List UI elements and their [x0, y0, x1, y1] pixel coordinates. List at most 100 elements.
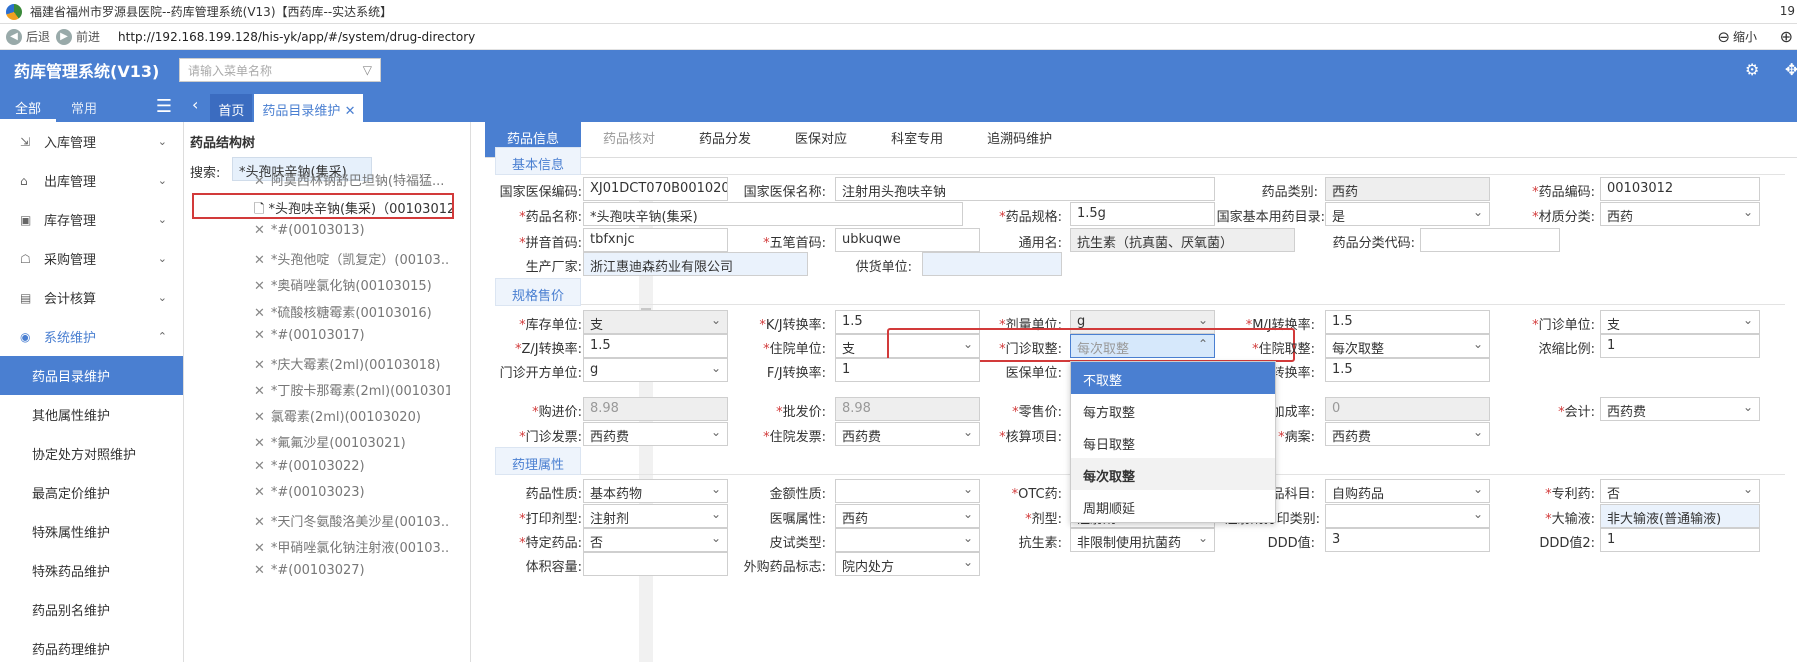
skin-test-select[interactable]: ⌄	[835, 528, 980, 552]
external-flag-select[interactable]: 院内处方 ⌄	[835, 552, 980, 576]
menu-search-input[interactable]: 请输入菜单名称 ▽	[179, 58, 381, 82]
fj-rate-field[interactable]: 1	[835, 358, 980, 382]
buy-price-field[interactable]: 8.98	[583, 397, 728, 421]
submenu-agreement[interactable]: 协定处方对照维护	[0, 434, 183, 473]
ip-invoice-select[interactable]: 西药费 ⌄	[835, 422, 980, 446]
amount-nature-select[interactable]: ⌄	[835, 479, 980, 503]
drug-spec-field[interactable]: 1.5g	[1070, 202, 1215, 226]
wholesale-price-field[interactable]: 8.98	[835, 397, 980, 421]
op-invoice-select[interactable]: 西药费 ⌄	[583, 422, 728, 446]
volume-field[interactable]	[583, 552, 728, 576]
menu-item-stock[interactable]: ▣ 库存管理 ⌄	[0, 200, 183, 239]
submenu-other-attr[interactable]: 其他属性维护	[0, 395, 183, 434]
url-field[interactable]: http://192.168.199.128/his-yk/app/#/syst…	[118, 30, 475, 44]
mj-rate-field[interactable]: 1.5	[1325, 310, 1490, 334]
op-rx-unit-select[interactable]: g ⌄	[583, 358, 728, 382]
accounting-select[interactable]: 西药费 ⌄	[1600, 397, 1760, 421]
dropdown-option[interactable]: 不取整	[1071, 362, 1275, 394]
tab-drug-check[interactable]: 药品核对	[581, 122, 677, 157]
submenu-special-drug[interactable]: 特殊药品维护	[0, 551, 183, 590]
tree-node[interactable]: ✕ *头孢他啶（凯复定）(00103...	[254, 249, 450, 269]
submenu-alias[interactable]: 药品别名维护	[0, 590, 183, 629]
subject-select[interactable]: 自购药品 ⌄	[1325, 479, 1490, 503]
submenu-pharm[interactable]: 药品药理维护	[0, 629, 183, 668]
tree-node[interactable]: ✕ *#(00103013)	[254, 223, 450, 243]
tree-node[interactable]: ✕ *#(00103022)	[254, 459, 450, 479]
gb-name-field[interactable]: 注射用头孢呋辛钠	[835, 177, 1215, 201]
tab-drug-dispatch[interactable]: 药品分发	[677, 122, 773, 157]
special-drug-select[interactable]: 否 ⌄	[583, 528, 728, 552]
dropdown-option[interactable]: 每方取整	[1071, 394, 1275, 426]
op-round-select[interactable]: 每次取整 ⌃	[1070, 334, 1215, 358]
tab-trace-code[interactable]: 追溯码维护	[965, 122, 1074, 157]
tab-scroll-left-icon[interactable]: ‹	[192, 95, 198, 114]
supplier-field[interactable]	[922, 252, 1062, 276]
essential-select[interactable]: 是 ⌄	[1325, 202, 1490, 226]
ddd2-field[interactable]: 1	[1600, 528, 1760, 552]
tree-node[interactable]: ✕ *硫酸核糖霉素(00103016)	[254, 302, 450, 322]
antibiotic-select[interactable]: 非限制使用抗菌药 ⌄	[1070, 528, 1215, 552]
manufacturer-field[interactable]: 浙江惠迪森药业有限公司	[583, 252, 808, 276]
zoom-in-icon[interactable]: ⊕	[1780, 27, 1793, 46]
settings-icon[interactable]: ⚙	[1745, 60, 1759, 79]
tree-node[interactable]: ✕ *氟氟沙星(00103021)	[254, 432, 450, 452]
generic-name-field[interactable]: 抗生素（抗真菌、厌氧菌）	[1070, 228, 1295, 252]
wubi-field[interactable]: ubkuqwe	[835, 228, 980, 252]
concentration-field[interactable]: 1	[1600, 334, 1760, 358]
tree-node[interactable]: ✕ *奥硝唑氯化钠(00103015)	[254, 275, 450, 295]
tree-node-selected[interactable]: 🗋 *头孢呋辛钠(集采)（00103012	[192, 193, 454, 219]
tree-node[interactable]: ✕ *甲硝唑氯化钠注射液(00103...	[254, 537, 450, 557]
stock-unit-select[interactable]: 支 ⌄	[583, 310, 728, 334]
menu-item-outbound[interactable]: ⌂ 出库管理 ⌄	[0, 161, 183, 200]
zj-rate-field[interactable]: 1.5	[583, 334, 728, 358]
back-button[interactable]: ◀ 后退	[6, 28, 50, 45]
tab-dept-only[interactable]: 科室专用	[869, 122, 965, 157]
tree-node[interactable]: ✕ 氯霉素(2ml)(00103020)	[254, 406, 450, 426]
menu-item-inbound[interactable]: ⇲ 入库管理 ⌄	[0, 122, 183, 161]
tree-node[interactable]: ✕ *庆大霉素(2ml)(00103018)	[254, 354, 450, 374]
submenu-drug-directory[interactable]: 药品目录维护	[0, 356, 183, 395]
ip-round-select[interactable]: 每次取整 ⌄	[1325, 334, 1490, 358]
menu-toggle-icon[interactable]: ☰	[156, 96, 172, 117]
material-select[interactable]: 西药 ⌄	[1600, 202, 1760, 226]
tab-insurance-map[interactable]: 医保对应	[773, 122, 869, 157]
submenu-special-attr[interactable]: 特殊属性维护	[0, 512, 183, 551]
drug-nature-select[interactable]: 基本药物 ⌄	[583, 479, 728, 503]
pinyin-field[interactable]: tbfxnjc	[583, 228, 728, 252]
menu-item-accounting[interactable]: ▤ 会计核算 ⌄	[0, 278, 183, 317]
drug-code-field[interactable]: 00103012	[1600, 177, 1760, 201]
ddd-field[interactable]: 3	[1325, 528, 1490, 552]
tab-home[interactable]: 首页	[210, 94, 253, 122]
menu-item-system[interactable]: ◉ 系统维护 ⌃	[0, 317, 183, 356]
submenu-max-price[interactable]: 最高定价维护	[0, 473, 183, 512]
dropdown-option[interactable]: 每次取整	[1071, 458, 1275, 490]
order-attr-select[interactable]: 西药 ⌄	[835, 504, 980, 528]
close-icon[interactable]: ✕	[345, 104, 356, 119]
inj-print-select[interactable]: ⌄	[1325, 504, 1490, 528]
patent-select[interactable]: 否 ⌄	[1600, 479, 1760, 503]
ins-rate-field[interactable]: 1.5	[1325, 358, 1490, 382]
forward-button[interactable]: ▶ 前进	[56, 28, 100, 45]
class-code-field[interactable]	[1420, 228, 1560, 252]
tree-node[interactable]: ✕ *丁胺卡那霉素(2ml)(00103019	[254, 380, 450, 400]
tree-node[interactable]: ✕ *#(00103017)	[254, 328, 450, 348]
op-unit-select[interactable]: 支 ⌄	[1600, 310, 1760, 334]
print-form-select[interactable]: 注射剂 ⌄	[583, 504, 728, 528]
category-field[interactable]: 西药	[1325, 177, 1490, 201]
infusion-field[interactable]: 非大输液(普通输液)	[1600, 504, 1760, 528]
tree-node[interactable]: ✕ *天门冬氨酸洛美沙星(00103...	[254, 511, 450, 531]
menu-item-purchase[interactable]: ☖ 采购管理 ⌄	[0, 239, 183, 278]
tree-node[interactable]: ✕ *#(00103027)	[254, 563, 450, 583]
tab-all[interactable]: 全部	[0, 90, 57, 122]
tab-drug-directory[interactable]: 药品目录维护 ✕	[254, 94, 364, 122]
zoom-out-button[interactable]: ⊖ 缩小	[1717, 28, 1757, 46]
tree-node[interactable]: ✕ *#(00103023)	[254, 485, 450, 505]
tree-node[interactable]: ✕ 阿莫西林钠舒巴坦钠(特福猛...	[254, 170, 450, 190]
case-select[interactable]: 西药费 ⌄	[1325, 422, 1490, 446]
tab-common[interactable]: 常用	[56, 90, 112, 122]
markup-field[interactable]: 0	[1325, 397, 1490, 421]
dropdown-option[interactable]: 每日取整	[1071, 426, 1275, 458]
dropdown-option[interactable]: 周期顺延	[1071, 490, 1275, 522]
pin-icon[interactable]: ✥	[1785, 60, 1797, 79]
drug-name-field[interactable]: *头孢呋辛钠(集采)	[583, 202, 963, 226]
